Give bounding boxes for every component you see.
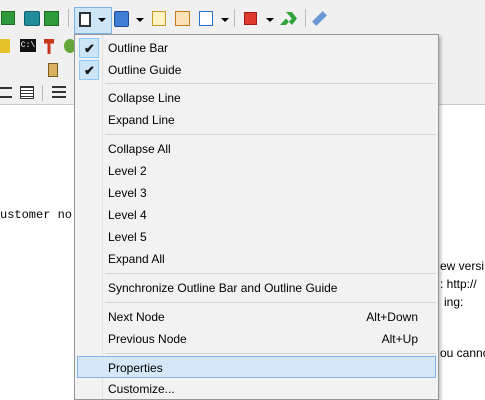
command-prompt-icon[interactable]: C:\ bbox=[20, 39, 36, 52]
menu-item-label: Previous Node bbox=[108, 332, 187, 346]
word-wrap-icon[interactable] bbox=[1, 11, 15, 25]
refresh-green-icon[interactable] bbox=[24, 11, 40, 26]
chart-doc-icon[interactable] bbox=[199, 11, 213, 26]
menu-item-label: Outline Bar bbox=[108, 41, 169, 55]
outline-icon bbox=[79, 12, 91, 27]
menu-item-shortcut: Alt+Up bbox=[381, 332, 418, 346]
play-macro-icon[interactable] bbox=[280, 12, 297, 25]
menu-item-level-4[interactable]: Level 4 bbox=[77, 204, 436, 226]
menu-item-expand-line[interactable]: Expand Line bbox=[77, 109, 436, 131]
chevron-down-icon[interactable] bbox=[266, 18, 274, 22]
menu-item-collapse-line[interactable]: Collapse Line bbox=[77, 87, 436, 109]
menu-item-label: Level 3 bbox=[108, 186, 147, 200]
menu-item-label: Expand All bbox=[108, 252, 165, 266]
menu-item-synchronize[interactable]: Synchronize Outline Bar and Outline Guid… bbox=[77, 277, 436, 299]
side-text-line: ing: bbox=[444, 295, 464, 309]
menu-item-level-3[interactable]: Level 3 bbox=[77, 182, 436, 204]
menu-item-label: Outline Guide bbox=[108, 63, 182, 77]
menu-item-label: Level 5 bbox=[108, 230, 147, 244]
menu-item-next-node[interactable]: Next Node Alt+Down bbox=[77, 306, 436, 328]
checkmark-icon: ✔ bbox=[79, 60, 99, 80]
menu-item-shortcut: Alt+Down bbox=[366, 310, 418, 324]
menu-item-label: Expand Line bbox=[108, 113, 175, 127]
menu-separator bbox=[105, 134, 436, 135]
chevron-down-icon[interactable] bbox=[98, 18, 106, 22]
clipboard-icon[interactable] bbox=[48, 63, 58, 77]
stop-icon[interactable] bbox=[244, 12, 257, 25]
menu-item-label: Synchronize Outline Bar and Outline Guid… bbox=[108, 281, 338, 295]
menu-item-outline-bar[interactable]: ✔ Outline Bar bbox=[77, 37, 436, 59]
hammer-icon[interactable] bbox=[44, 39, 54, 54]
side-text-line: ou canno bbox=[440, 346, 485, 360]
menu-item-collapse-all[interactable]: Collapse All bbox=[77, 138, 436, 160]
menu-item-label: Next Node bbox=[108, 310, 165, 324]
menu-separator bbox=[105, 302, 436, 303]
code-line: ustomer no bbox=[0, 208, 73, 222]
menu-item-label: Collapse Line bbox=[108, 91, 181, 105]
menu-separator bbox=[105, 273, 436, 274]
macro-icon[interactable] bbox=[114, 11, 129, 27]
outdent-icon[interactable] bbox=[0, 87, 12, 98]
menu-item-label: Properties bbox=[108, 361, 163, 375]
toolbar-separator bbox=[305, 9, 306, 27]
menu-item-previous-node[interactable]: Previous Node Alt+Up bbox=[77, 328, 436, 350]
menu-item-outline-guide[interactable]: ✔ Outline Guide bbox=[77, 59, 436, 81]
menu-item-label: Level 2 bbox=[108, 164, 147, 178]
menu-item-level-2[interactable]: Level 2 bbox=[77, 160, 436, 182]
toolbar-separator bbox=[42, 85, 43, 101]
menu-item-level-5[interactable]: Level 5 bbox=[77, 226, 436, 248]
side-text-line: : http:// bbox=[440, 277, 477, 291]
tools-doc-icon[interactable] bbox=[175, 11, 190, 26]
menu-separator bbox=[105, 83, 436, 84]
outline-dropdown-menu: ✔ Outline Bar ✔ Outline Guide Collapse L… bbox=[74, 34, 439, 400]
menu-item-expand-all[interactable]: Expand All bbox=[77, 248, 436, 270]
menu-item-label: Level 4 bbox=[108, 208, 147, 222]
checkmark-icon: ✔ bbox=[79, 38, 99, 58]
wrench-icon[interactable] bbox=[312, 11, 327, 26]
edit-doc-icon[interactable] bbox=[152, 11, 166, 26]
pencil-icon[interactable] bbox=[0, 39, 10, 53]
side-text-line: ew versi bbox=[440, 259, 485, 273]
toolbar-separator bbox=[68, 9, 69, 27]
chevron-down-icon[interactable] bbox=[136, 18, 144, 22]
toolbar-separator bbox=[234, 9, 235, 27]
indent-icon[interactable] bbox=[20, 86, 34, 99]
main-toolbar bbox=[0, 0, 485, 34]
chevron-down-icon[interactable] bbox=[221, 18, 229, 22]
menu-separator bbox=[105, 353, 436, 354]
menu-item-customize[interactable]: Customize... bbox=[77, 378, 436, 400]
menu-item-label: Customize... bbox=[108, 382, 175, 396]
sync-icon[interactable] bbox=[44, 11, 59, 26]
menu-item-properties[interactable]: Properties bbox=[77, 356, 436, 378]
menu-item-label: Collapse All bbox=[108, 142, 171, 156]
numbered-list-icon[interactable] bbox=[52, 86, 66, 100]
